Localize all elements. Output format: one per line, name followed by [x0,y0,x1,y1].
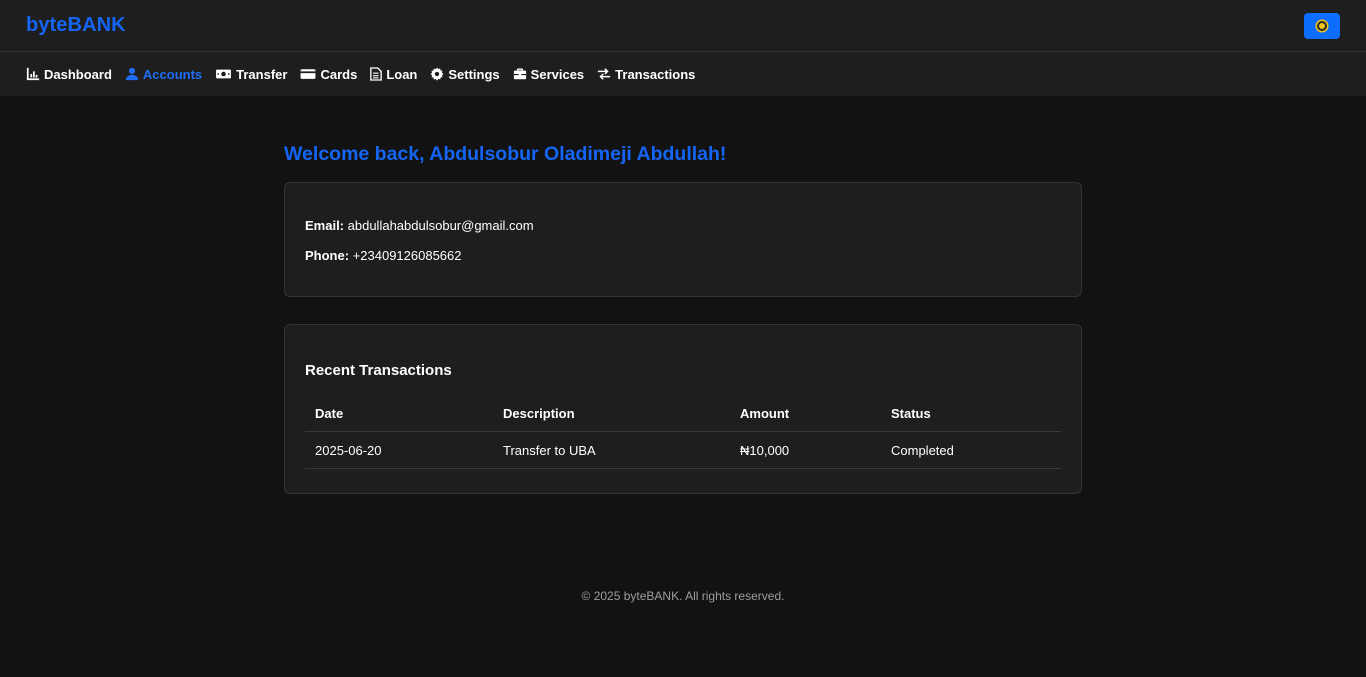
nav-item-transfer[interactable]: Transfer [215,67,287,82]
footer-copyright: © 2025 byteBANK. All rights reserved. [581,589,785,603]
main-nav: Dashboard Accounts Transfer Cards Loan S… [0,52,1366,96]
gear-icon [430,67,444,81]
recent-transactions-card: Recent Transactions Date Description Amo… [284,324,1082,494]
nav-item-cards[interactable]: Cards [300,67,357,82]
nav-item-dashboard[interactable]: Dashboard [26,67,112,82]
header-status: Status [881,397,1061,432]
nav-item-settings[interactable]: Settings [430,66,500,82]
nav-label: Settings [448,66,500,82]
nav-item-loan[interactable]: Loan [370,67,417,82]
email-value: abdullahabdulsobur@gmail.com [347,218,534,233]
cell-date: 2025-06-20 [305,431,493,469]
nav-label: Loan [386,66,418,82]
top-bar: byteBANK [0,0,1366,52]
welcome-heading: Welcome back, Abdulsobur Oladimeji Abdul… [284,143,727,165]
phone-row: Phone: +23409126085662 [305,247,1061,264]
document-icon [370,67,383,81]
exchange-icon [598,68,611,80]
nav-label: Cards [320,66,358,82]
main-content: Welcome back, Abdulsobur Oladimeji Abdul… [284,96,1082,603]
nav-item-transactions[interactable]: Transactions [597,67,695,82]
brand-logo[interactable]: byteBANK [26,14,126,37]
money-icon [216,69,232,79]
email-label: Email: [305,218,345,233]
cell-amount: ₦10,000 [730,431,881,469]
cell-status: Completed [881,431,1061,469]
nav-label: Transactions [615,66,696,82]
toolbox-icon [513,68,526,80]
nav-label: Transfer [236,66,288,82]
header-date: Date [305,397,493,432]
nav-label: Services [530,66,585,82]
cell-description: Transfer to UBA [493,431,730,469]
card-icon [301,69,316,79]
phone-value: +23409126085662 [352,248,462,263]
email-row: Email: abdullahabdulsobur@gmail.com [305,217,1061,234]
sun-icon [1317,20,1327,31]
header-amount: Amount [730,397,881,432]
profile-card: Email: abdullahabdulsobur@gmail.com Phon… [284,182,1082,297]
table-header-row: Date Description Amount Status [305,397,1061,432]
transactions-title: Recent Transactions [305,362,452,379]
nav-label: Dashboard [44,66,112,82]
header-description: Description [493,397,730,432]
nav-item-accounts[interactable]: Accounts [125,67,202,82]
phone-label: Phone: [305,248,350,263]
transactions-table: Date Description Amount Status 2025-06-2… [305,397,1061,469]
table-row: 2025-06-20 Transfer to UBA ₦10,000 Compl… [305,431,1061,469]
nav-item-services[interactable]: Services [513,66,585,82]
theme-toggle-button[interactable] [1304,12,1340,39]
user-icon [125,67,139,81]
chart-icon [26,67,40,81]
nav-label: Accounts [142,66,203,82]
